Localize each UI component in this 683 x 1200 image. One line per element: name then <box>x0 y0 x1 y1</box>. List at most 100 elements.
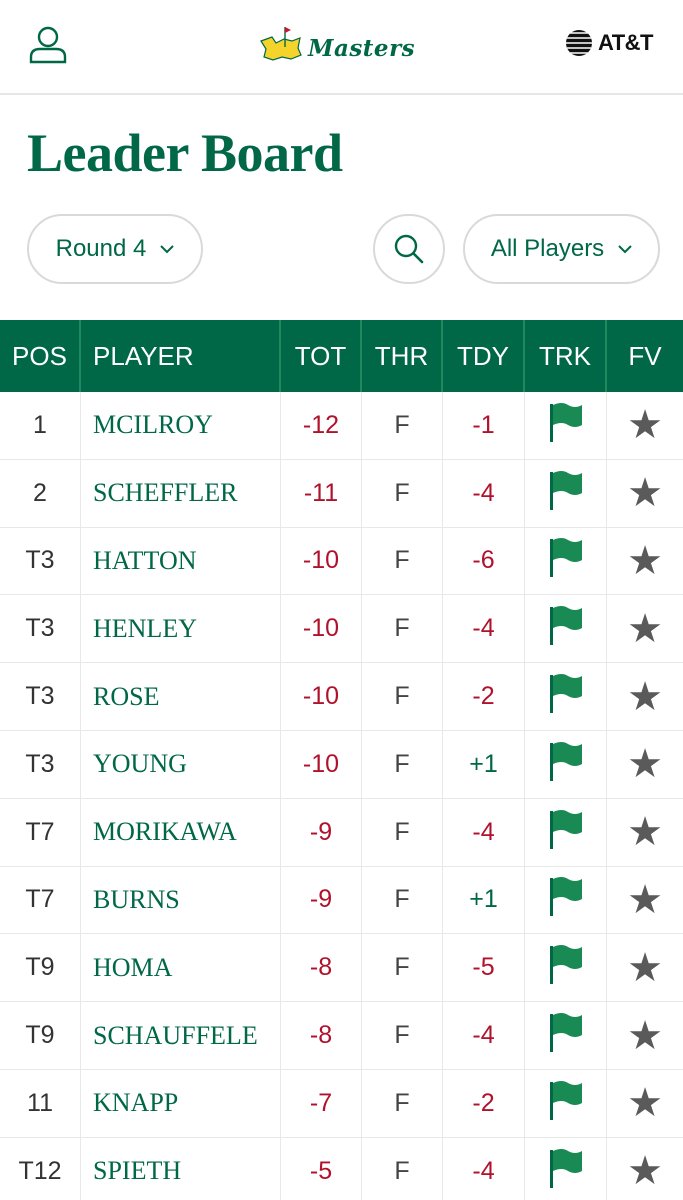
star-icon[interactable]: ★ <box>627 1016 663 1056</box>
player-name[interactable]: MCILROY <box>81 392 281 459</box>
today-score: -2 <box>443 663 525 730</box>
star-icon[interactable]: ★ <box>627 948 663 988</box>
position-cell: T3 <box>0 595 81 663</box>
star-icon[interactable]: ★ <box>627 541 663 581</box>
position-cell: T7 <box>0 798 81 866</box>
thru-cell: F <box>362 459 443 527</box>
flag-icon[interactable] <box>548 400 584 451</box>
table-row[interactable]: T3 HATTON -10 F -6 ★ <box>0 527 683 596</box>
star-icon[interactable]: ★ <box>627 609 663 649</box>
star-icon[interactable]: ★ <box>627 405 663 445</box>
search-button[interactable] <box>373 214 445 284</box>
flag-icon[interactable] <box>548 468 584 519</box>
total-score: -5 <box>281 1137 362 1200</box>
col-header-pos[interactable]: POS <box>0 320 81 392</box>
flag-icon[interactable] <box>548 1078 584 1129</box>
table-row[interactable]: T3 HENLEY -10 F -4 ★ <box>0 595 683 664</box>
player-name[interactable]: HENLEY <box>81 595 281 663</box>
star-icon[interactable]: ★ <box>627 677 663 717</box>
player-name[interactable]: SPIETH <box>81 1137 281 1200</box>
table-row[interactable]: T7 MORIKAWA -9 F -4 ★ <box>0 798 683 867</box>
col-header-tdy[interactable]: TDY <box>443 320 525 392</box>
track-cell <box>525 1137 607 1200</box>
flag-icon[interactable] <box>548 1010 584 1061</box>
flag-icon[interactable] <box>548 1146 584 1197</box>
att-globe-icon <box>565 30 592 56</box>
thru-cell: F <box>362 1069 443 1137</box>
col-header-trk[interactable]: TRK <box>525 320 607 392</box>
table-row[interactable]: T7 BURNS -9 F +1 ★ <box>0 866 683 935</box>
table-header: POS PLAYER TOT THR TDY TRK FV <box>0 320 683 392</box>
track-cell <box>525 1069 607 1137</box>
table-body: 1 MCILROY -12 F -1 ★ 2 SCHEFFLER -11 F -4 ★ T3 HATTON… <box>0 392 683 1200</box>
today-score: +1 <box>443 866 525 934</box>
star-icon[interactable]: ★ <box>627 1151 663 1191</box>
table-row[interactable]: T12 SPIETH -5 F -4 ★ <box>0 1137 683 1200</box>
position-cell: T9 <box>0 934 81 1002</box>
total-score: -9 <box>281 866 362 934</box>
thru-cell: F <box>362 392 443 459</box>
position-cell: 1 <box>0 392 81 459</box>
flag-icon[interactable] <box>548 603 584 654</box>
star-icon[interactable]: ★ <box>627 880 663 920</box>
player-name[interactable]: HATTON <box>81 527 281 595</box>
table-row[interactable]: T3 ROSE -10 F -2 ★ <box>0 663 683 731</box>
today-score: -2 <box>443 1069 525 1137</box>
player-name[interactable]: SCHEFFLER <box>81 459 281 527</box>
col-header-thr[interactable]: THR <box>362 320 443 392</box>
track-cell <box>525 527 607 595</box>
flag-icon[interactable] <box>548 942 584 993</box>
position-cell: T12 <box>0 1137 81 1200</box>
player-name[interactable]: YOUNG <box>81 730 281 798</box>
position-cell: T3 <box>0 527 81 595</box>
masters-logo[interactable]: Masters <box>258 20 415 68</box>
player-name[interactable]: SCHAUFFELE <box>81 1002 281 1069</box>
player-name[interactable]: HOMA <box>81 934 281 1002</box>
total-score: -12 <box>281 392 362 459</box>
flag-icon[interactable] <box>548 671 584 722</box>
track-cell <box>525 595 607 663</box>
star-icon[interactable]: ★ <box>627 744 663 784</box>
favorite-cell: ★ <box>607 1138 683 1200</box>
total-score: -7 <box>281 1069 362 1137</box>
player-name[interactable]: KNAPP <box>81 1069 281 1137</box>
table-row[interactable]: 2 SCHEFFLER -11 F -4 ★ <box>0 459 683 528</box>
flag-icon[interactable] <box>548 807 584 858</box>
star-icon[interactable]: ★ <box>627 473 663 513</box>
star-icon[interactable]: ★ <box>627 1083 663 1123</box>
flag-icon[interactable] <box>548 739 584 790</box>
today-score: -4 <box>443 1002 525 1069</box>
player-name[interactable]: BURNS <box>81 866 281 934</box>
flag-icon[interactable] <box>548 874 584 925</box>
track-cell <box>525 730 607 798</box>
player-name[interactable]: ROSE <box>81 663 281 730</box>
track-cell <box>525 934 607 1002</box>
today-score: -5 <box>443 934 525 1002</box>
players-filter-dropdown[interactable]: All Players <box>463 214 660 284</box>
favorite-cell: ★ <box>607 392 683 459</box>
filter-label: All Players <box>490 235 605 262</box>
favorite-cell: ★ <box>607 528 683 595</box>
col-header-player[interactable]: PLAYER <box>81 320 281 392</box>
col-header-tot[interactable]: TOT <box>281 320 362 392</box>
table-row[interactable]: 1 MCILROY -12 F -1 ★ <box>0 392 683 460</box>
col-header-fv[interactable]: FV <box>607 320 683 392</box>
top-bar: Masters AT&T <box>0 0 683 95</box>
table-row[interactable]: T3 YOUNG -10 F +1 ★ <box>0 730 683 799</box>
table-row[interactable]: T9 HOMA -8 F -5 ★ <box>0 934 683 1003</box>
round-dropdown[interactable]: Round 4 <box>27 214 203 284</box>
table-row[interactable]: 11 KNAPP -7 F -2 ★ <box>0 1069 683 1138</box>
today-score: +1 <box>443 730 525 798</box>
user-icon[interactable] <box>28 24 68 64</box>
flag-icon[interactable] <box>548 535 584 586</box>
thru-cell: F <box>362 866 443 934</box>
star-icon[interactable]: ★ <box>627 812 663 852</box>
sponsor-logo[interactable]: AT&T <box>564 28 654 58</box>
favorite-cell: ★ <box>607 1070 683 1137</box>
position-cell: 2 <box>0 459 81 527</box>
player-name[interactable]: MORIKAWA <box>81 798 281 866</box>
position-cell: 11 <box>0 1069 81 1137</box>
favorite-cell: ★ <box>607 731 683 798</box>
masters-map-icon <box>260 27 302 61</box>
table-row[interactable]: T9 SCHAUFFELE -8 F -4 ★ <box>0 1002 683 1070</box>
